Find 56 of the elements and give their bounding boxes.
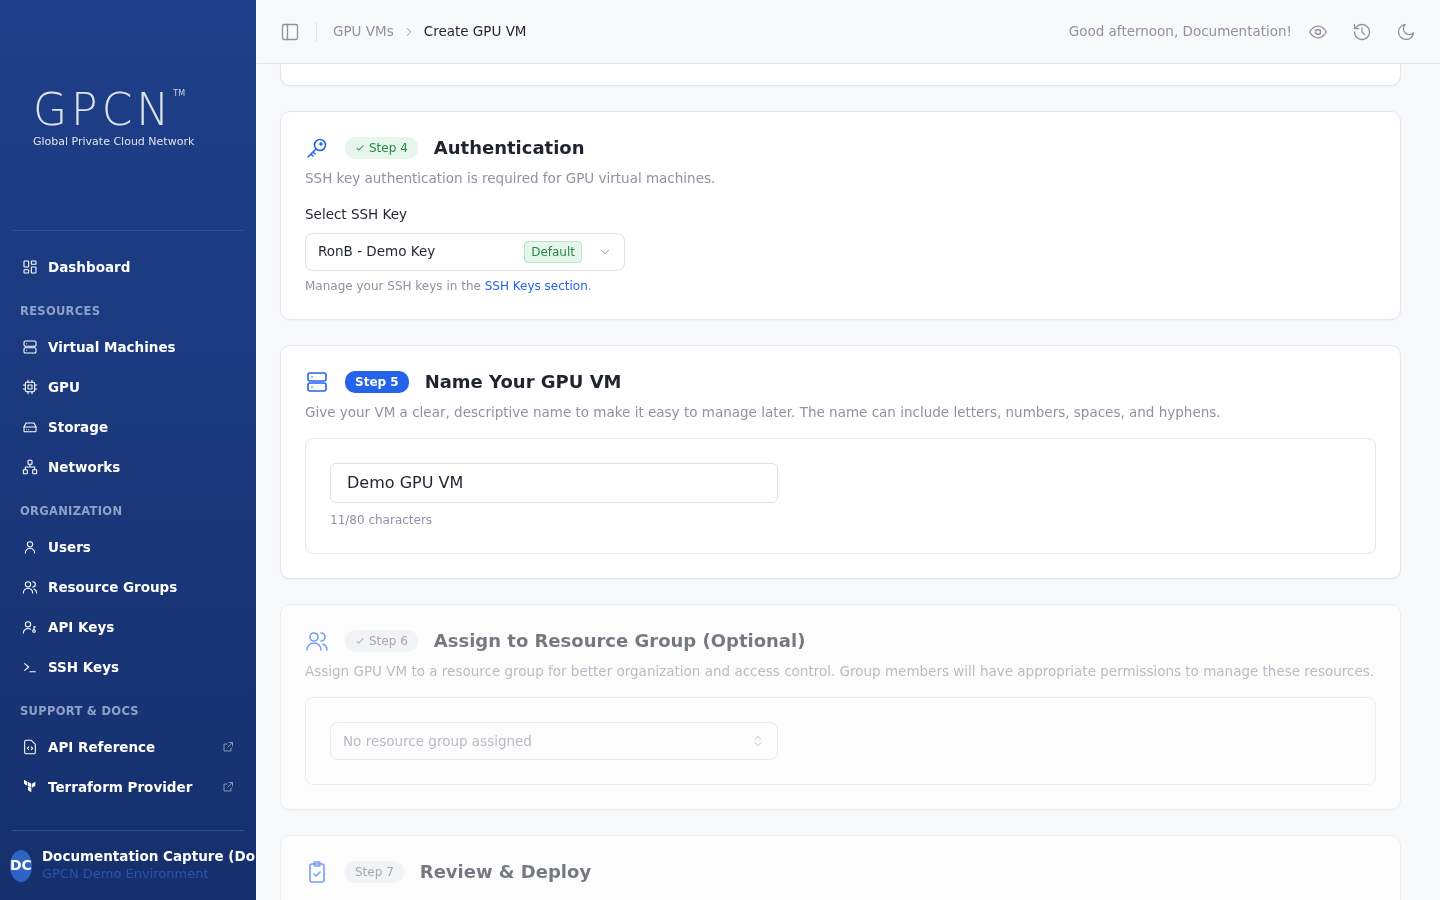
chip-icon: [22, 379, 38, 395]
dashboard-icon: [22, 259, 38, 275]
nav-section-heading: SUPPORT & DOCS: [19, 703, 140, 720]
environment-name: GPCN Demo Environment: [41, 864, 210, 883]
step-title: Name Your GPU VM: [424, 370, 622, 393]
logo-tagline: Global Private Cloud Network: [33, 134, 196, 150]
sidebar-item[interactable]: Resource Groups: [0, 567, 256, 607]
step-description: SSH key authentication is required for GPU virtual machines.: [305, 169, 717, 188]
users-icon: [22, 579, 38, 595]
check-icon: [355, 143, 365, 153]
network-icon: [22, 459, 38, 475]
ssh-keys-link[interactable]: SSH Keys section: [484, 278, 588, 293]
history-icon[interactable]: [1352, 21, 1372, 42]
check-icon: [355, 635, 365, 646]
greeting-text: Good afternoon, Documentation!: [1068, 22, 1292, 42]
sidebar-item[interactable]: Terraform Provider: [0, 767, 256, 807]
step-badge: Step 7: [345, 861, 404, 883]
sidebar-toggle-icon[interactable]: [280, 21, 300, 42]
help-text: Manage your SSH keys in the SSH Keys section.: [305, 277, 593, 295]
sidebar-item[interactable]: GPU: [0, 367, 256, 407]
breadcrumb-current: Create GPU VM: [423, 22, 527, 42]
sidebar-item[interactable]: SSH Keys: [0, 647, 256, 687]
step-title: Assign to Resource Group (Optional): [433, 629, 806, 652]
document-icon: [22, 739, 38, 755]
vm-name-field[interactable]: Demo GPU VM: [330, 462, 778, 503]
sidebar-item[interactable]: API Reference: [0, 727, 256, 767]
character-counter: 11/80 characters: [330, 511, 434, 529]
avatar[interactable]: DC: [10, 849, 32, 882]
logo-wordmark: GPCN: [33, 84, 174, 135]
sidebar-item[interactable]: Virtual Machines: [0, 327, 256, 367]
ssh-key-select[interactable]: RonB - Demo Key Default: [305, 232, 625, 271]
step-title: Authentication: [433, 137, 585, 159]
sidebar-item[interactable]: Dashboard: [0, 247, 256, 287]
step-description: Assign GPU VM to a resource group for better organization and access control. Group members will have appropriate permissions to manage these resources.: [305, 661, 1376, 681]
moon-icon[interactable]: [1396, 21, 1416, 42]
sidebar-item[interactable]: API Keys: [0, 607, 256, 647]
sidebar-item[interactable]: Networks: [0, 447, 256, 487]
step-title: Review & Deploy: [419, 861, 592, 883]
server-icon: [22, 339, 38, 355]
step-badge: Step 4: [345, 137, 418, 159]
terraform-icon: [22, 779, 38, 795]
field-label: Select SSH Key: [305, 205, 408, 225]
trademark-sign: TM: [173, 89, 186, 98]
nav-section-heading: RESOURCES: [19, 303, 102, 320]
sidebar-item[interactable]: Storage: [0, 407, 256, 447]
user-icon: [22, 539, 38, 555]
server-icon: [305, 369, 329, 394]
step-description: Give your VM a clear, descriptive name to make it easy to manage later. The name can include letters, numbers, spaces, and hyphens.: [305, 402, 1222, 422]
drive-icon: [22, 419, 38, 435]
key-icon: [305, 136, 329, 160]
step-badge: Step 5: [345, 370, 409, 393]
sidebar-item[interactable]: Users: [0, 527, 256, 567]
account-name: Documentation Capture (Do: [41, 847, 255, 864]
user-key-icon: [22, 619, 38, 635]
step-badge: Step 6: [345, 629, 418, 652]
nav-section-heading: ORGANIZATION: [19, 503, 124, 520]
